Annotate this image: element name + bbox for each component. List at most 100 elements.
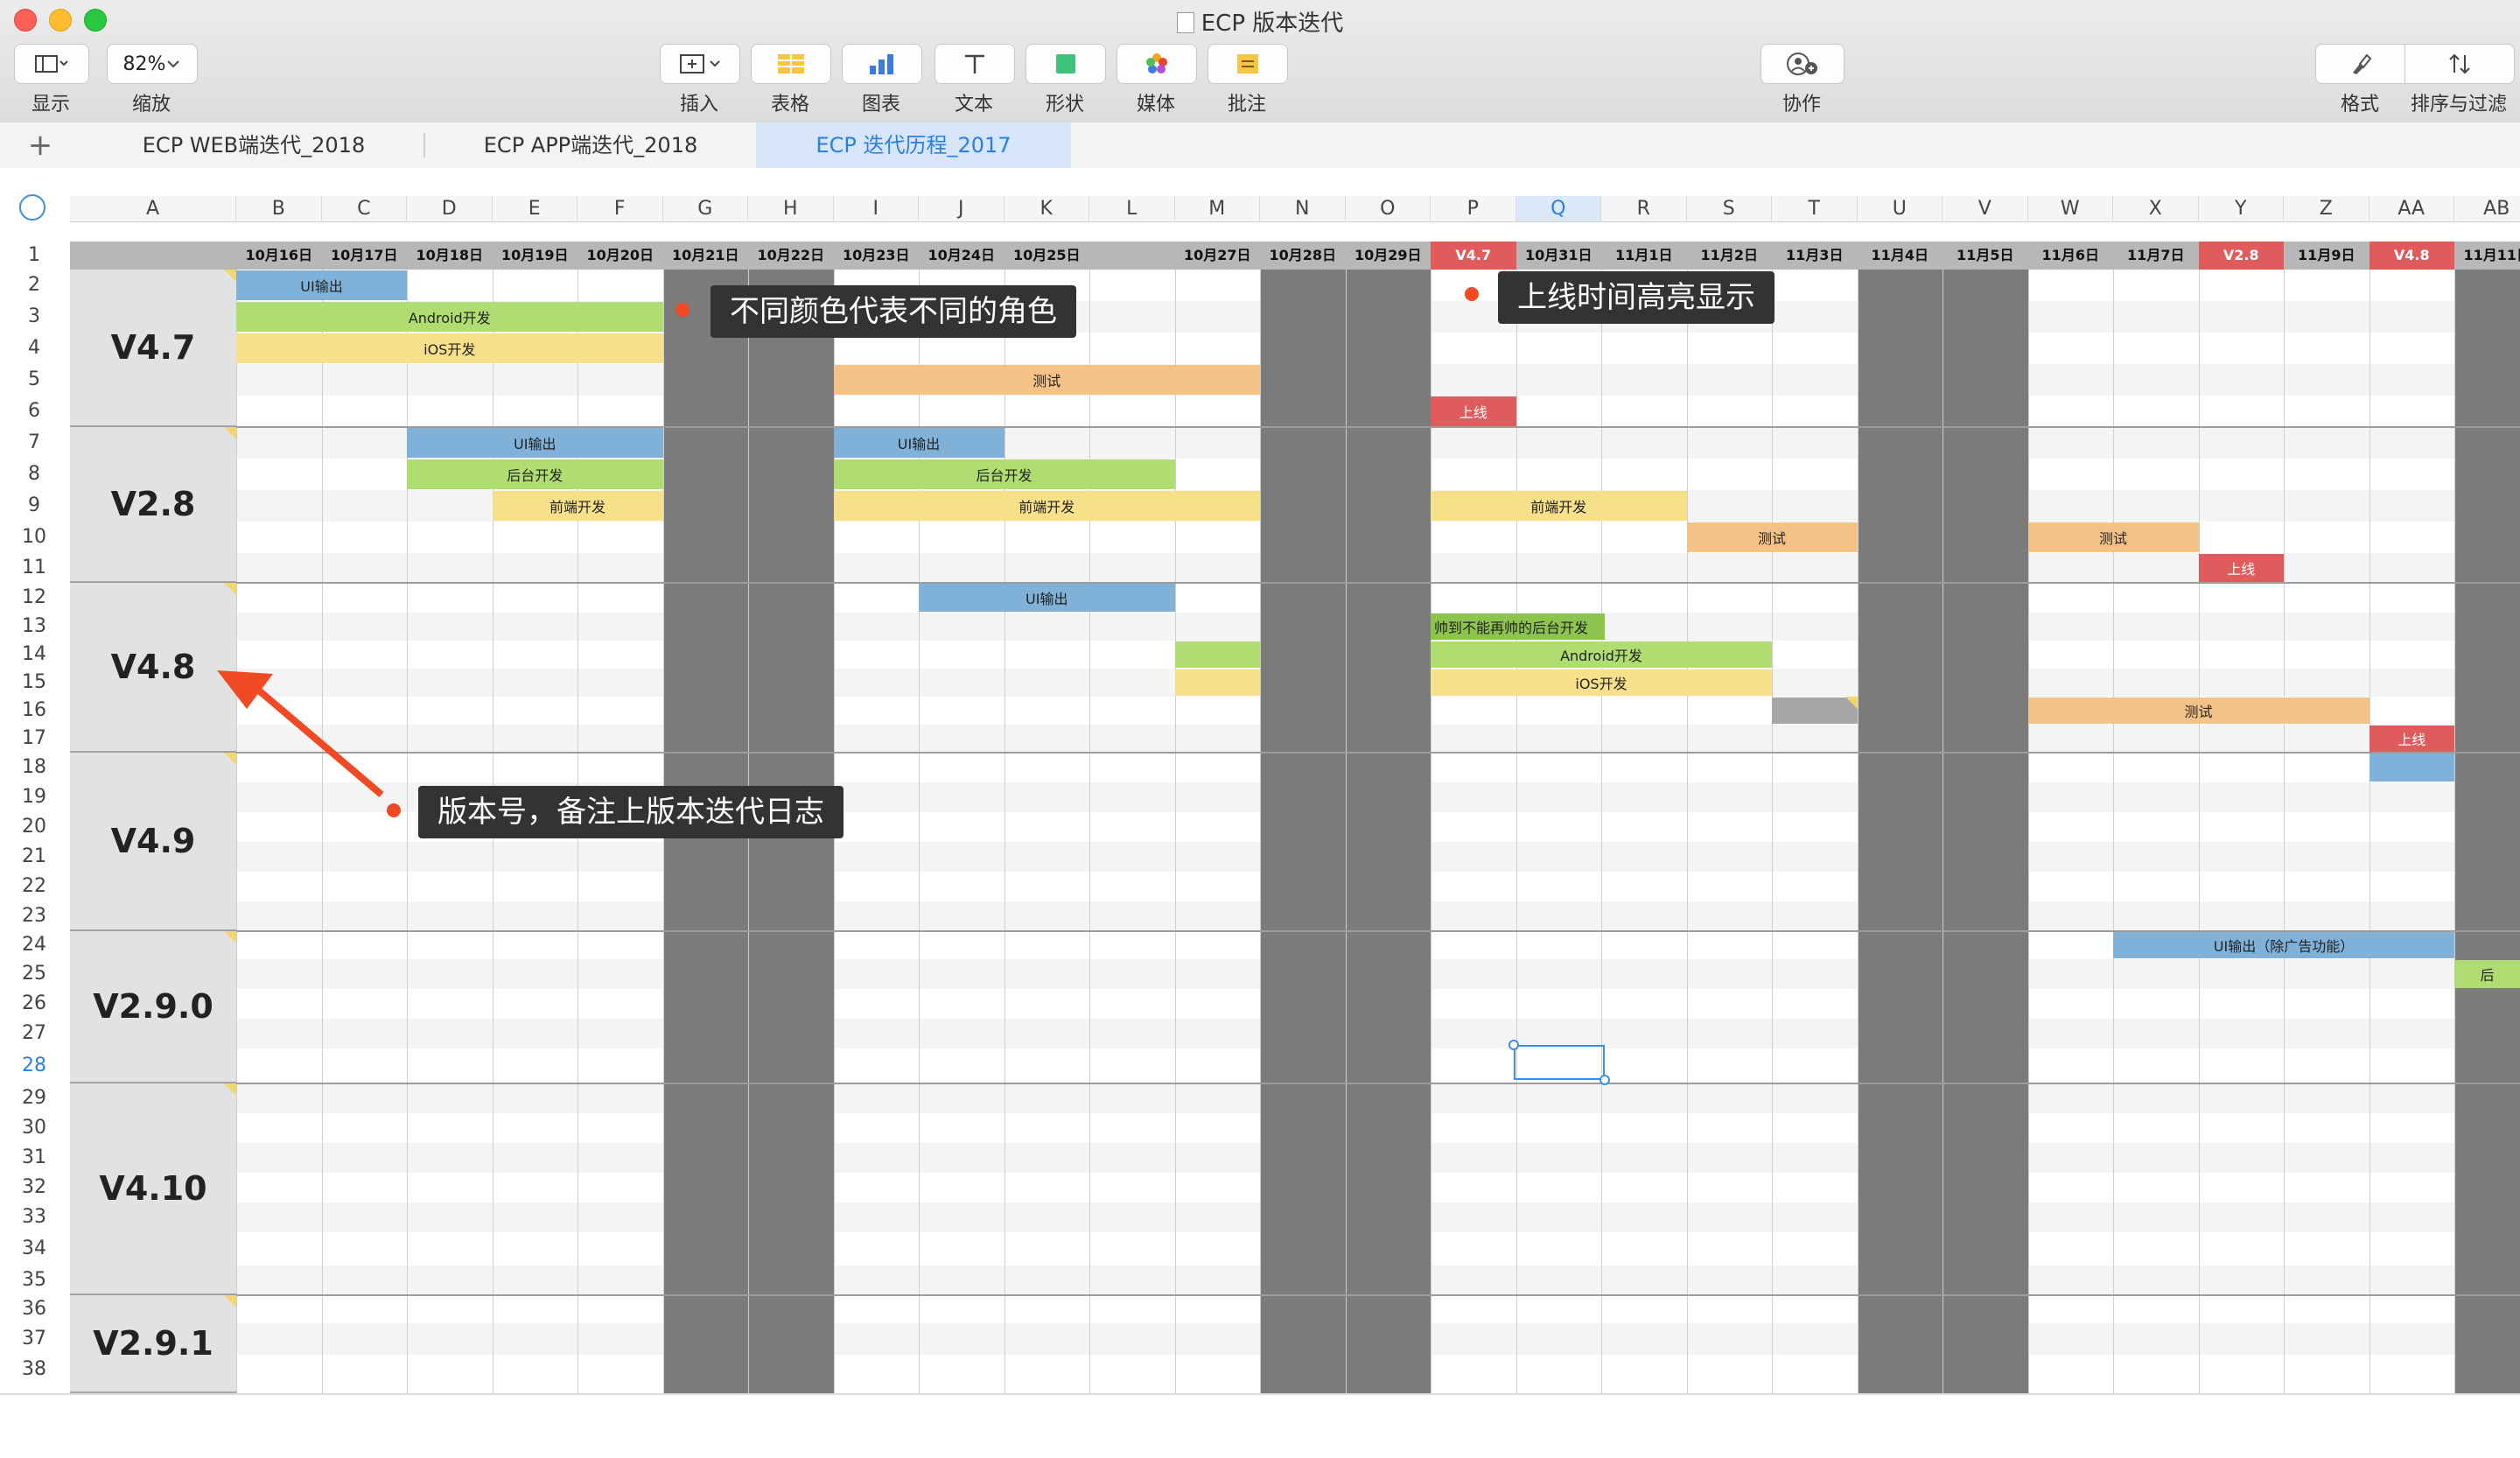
date-header-cell[interactable]: 10月21日 [663,242,749,270]
column-header-o[interactable]: O [1345,196,1431,222]
column-header-c[interactable]: C [321,196,407,222]
row-header[interactable]: 24 [19,931,49,959]
selection-handle[interactable] [1508,1040,1519,1050]
column-header-t[interactable]: T [1772,196,1858,222]
row-header[interactable]: 38 [19,1355,49,1384]
column-header-w[interactable]: W [2027,196,2113,222]
column-header-s[interactable]: S [1686,196,1772,222]
row-header[interactable]: 11 [19,553,49,583]
row-header[interactable]: 28 [19,1048,49,1083]
row-header[interactable]: 29 [19,1083,49,1113]
chart-button[interactable] [842,44,922,84]
date-header-cell[interactable] [1089,242,1175,270]
gantt-bar[interactable]: UI输出 [919,584,1175,612]
gantt-bar[interactable]: UI输出 [236,270,407,300]
format-button[interactable] [2315,44,2406,84]
version-label-cell[interactable]: V2.8 [70,427,236,583]
table-button[interactable] [751,44,831,84]
row-header[interactable]: 26 [19,989,49,1019]
date-header-cell[interactable]: 10月20日 [578,242,663,270]
text-button[interactable] [934,44,1015,84]
row-header[interactable]: 1 [19,242,49,270]
date-header-cell[interactable]: 10月23日 [834,242,920,270]
row-header[interactable]: 37 [19,1323,49,1355]
date-header-cell[interactable]: 11月1日 [1601,242,1687,270]
column-header-x[interactable]: X [2113,196,2199,222]
row-header[interactable]: 19 [19,782,49,812]
version-label-cell[interactable]: V4.8 [70,583,236,753]
row-header[interactable]: 9 [19,490,49,522]
gantt-bar[interactable]: 前端开发 [1431,491,1687,521]
select-all-button[interactable] [19,194,46,221]
tab-app-2018[interactable]: ECP APP端迭代_2018 [438,123,744,168]
date-header-cell[interactable]: 10月22日 [748,242,834,270]
column-header-q[interactable]: Q [1516,196,1601,222]
column-header-g[interactable]: G [662,196,748,222]
column-header-v[interactable]: V [1942,196,2028,222]
date-header-cell[interactable]: 11月4日 [1858,242,1943,270]
date-header-cell[interactable]: 11月3日 [1772,242,1858,270]
date-header-cell[interactable]: 11月7日 [2113,242,2199,270]
row-header[interactable]: 36 [19,1295,49,1323]
date-header-cell[interactable]: 10月28日 [1260,242,1346,270]
row-header[interactable]: 2 [19,270,49,301]
date-header-cell[interactable]: 10月24日 [919,242,1004,270]
row-header[interactable]: 17 [19,725,49,753]
launch-date-cell[interactable]: V4.7 [1431,242,1516,270]
gantt-bar[interactable]: 上线 [2198,554,2284,582]
version-label-cell[interactable]: V4.10 [70,1083,236,1295]
launch-date-cell[interactable]: V2.8 [2198,242,2284,270]
gantt-bar[interactable]: 后台开发 [833,459,1175,489]
shape-button[interactable] [1026,44,1106,84]
row-header[interactable]: 6 [19,396,49,427]
column-header-f[interactable]: F [578,196,663,222]
gantt-bar[interactable]: 帅到不能再帅的后台开发 [1431,613,1605,640]
row-header[interactable]: 34 [19,1232,49,1265]
date-header-cell[interactable]: 10月31日 [1516,242,1602,270]
date-header-cell[interactable]: 11月6日 [2028,242,2114,270]
launch-date-cell[interactable]: V4.8 [2369,242,2454,270]
view-button[interactable] [14,44,89,84]
column-header-a[interactable]: A [70,196,236,222]
date-header-cell[interactable]: 10月19日 [493,242,578,270]
row-header[interactable]: 5 [19,364,49,396]
row-header[interactable]: 22 [19,872,49,901]
gantt-bar[interactable]: 测试 [1686,522,1858,552]
row-header[interactable]: 31 [19,1143,49,1173]
column-header-u[interactable]: U [1857,196,1942,222]
row-header[interactable]: 21 [19,842,49,872]
gantt-bar[interactable]: Android开发 [1431,641,1772,668]
spreadsheet-canvas[interactable]: A B C D E F G H I J K L M N O P Q R S T U V W X Y Z AA AB 1 2 3 4 5 6 7 8 9 1… [0,168,2520,1393]
version-label-cell[interactable]: V4.7 [70,270,236,427]
gantt-bar[interactable]: 前端开发 [492,491,663,521]
comment-button[interactable] [1208,44,1288,84]
column-header-ab[interactable]: AB [2454,196,2520,222]
gantt-bar[interactable]: 上线 [1431,396,1516,426]
column-header-e[interactable]: E [492,196,578,222]
gantt-bar[interactable] [1174,641,1260,668]
row-header[interactable]: 33 [19,1202,49,1232]
tab-web-2018[interactable]: ECP WEB端迭代_2018 [96,123,411,168]
gantt-bar[interactable]: UI输出 [407,428,663,458]
row-header[interactable]: 8 [19,459,49,490]
collaborate-button[interactable] [1760,44,1844,84]
date-header-cell[interactable]: 11月9日 [2284,242,2370,270]
gantt-bar[interactable]: UI输出 [833,428,1004,458]
row-header[interactable]: 10 [19,522,49,553]
date-header-cell[interactable]: 10月27日 [1175,242,1261,270]
date-header-cell[interactable]: 10月18日 [407,242,493,270]
row-header[interactable]: 32 [19,1173,49,1202]
column-header-y[interactable]: Y [2198,196,2284,222]
version-label-cell[interactable]: V2.9.1 [70,1295,236,1393]
gantt-bar[interactable]: iOS开发 [1431,669,1772,696]
tab-history-2017[interactable]: ECP 迭代历程_2017 [756,123,1071,168]
gantt-bar[interactable]: 测试 [833,365,1260,395]
column-header-aa[interactable]: AA [2369,196,2454,222]
gantt-bar[interactable]: 前端开发 [833,491,1260,521]
cell-selection[interactable] [1513,1045,1605,1080]
gantt-bar[interactable]: 后台开发 [407,459,663,489]
column-header-m[interactable]: M [1174,196,1260,222]
row-header[interactable]: 25 [19,959,49,989]
media-button[interactable] [1116,44,1197,84]
column-header-h[interactable]: H [748,196,834,222]
